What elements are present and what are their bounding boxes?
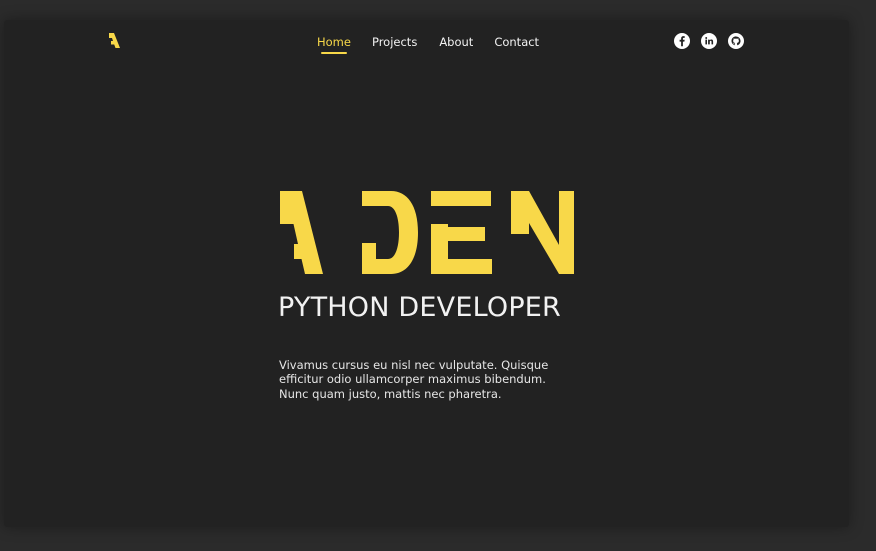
github-icon[interactable] [728, 33, 744, 49]
brand-logo[interactable] [108, 32, 122, 49]
hero-section: PYTHON DEVELOPER Vivamus cursus eu nisl … [278, 190, 574, 401]
social-links [674, 33, 744, 49]
hero-description: Vivamus cursus eu nisl nec vulputate. Qu… [279, 357, 549, 401]
page-frame: Home Projects About Contact PYTHON DEVEL… [4, 20, 849, 527]
nav-projects-link[interactable]: Projects [372, 35, 417, 49]
nav-contact-link[interactable]: Contact [494, 35, 539, 49]
main-nav: Home Projects About Contact [317, 35, 539, 54]
nav-about-link[interactable]: About [439, 35, 473, 49]
hero-title-logo [280, 191, 574, 274]
nav-home-link[interactable]: Home [317, 35, 351, 54]
hero-subtitle: PYTHON DEVELOPER [278, 292, 562, 323]
linkedin-icon[interactable] [701, 33, 717, 49]
facebook-icon[interactable] [674, 33, 690, 49]
